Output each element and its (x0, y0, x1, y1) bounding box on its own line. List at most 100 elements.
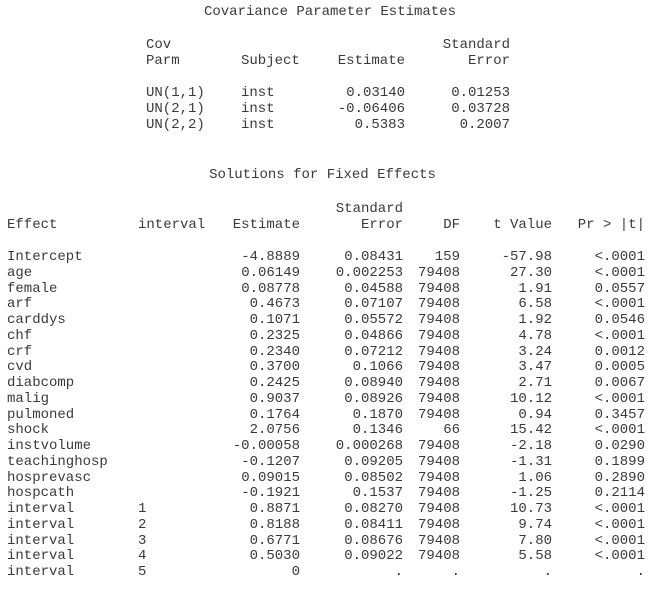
fe-cell-t-value: 9.74 (518, 516, 552, 533)
fe-header-effect: Effect (7, 217, 58, 233)
cov-cell-subject: inst (241, 116, 275, 133)
fe-header-stderr-line2: Error (360, 217, 403, 233)
fe-cell-effect: chf (7, 327, 33, 344)
fe-cell-p-value: 0.2890 (594, 469, 645, 486)
fe-cell-t-value: 3.47 (518, 359, 552, 376)
fe-cell-df: 79408 (417, 406, 460, 423)
fe-cell-p-value: 0.1899 (594, 453, 645, 470)
fe-cell-std-error: 0.04588 (344, 280, 403, 297)
fe-cell-df: 79408 (417, 501, 460, 517)
fe-cell-t-value: 15.42 (509, 422, 552, 439)
fe-cell-estimate: 0.3700 (249, 359, 300, 376)
fe-cell-std-error: 0.1870 (352, 406, 403, 423)
fe-cell-std-error: 0.08270 (344, 501, 403, 517)
fe-cell-p-value: 0.2114 (594, 485, 645, 502)
fe-cell-effect: Intercept (7, 249, 83, 265)
fe-cell-effect: interval (7, 516, 75, 533)
fe-cell-t-value: 7.80 (518, 532, 552, 549)
fe-cell-p-value: <.0001 (594, 296, 645, 313)
cov-header-parm-line1: Cov (146, 37, 172, 53)
fe-cell-estimate: 0.4673 (249, 296, 300, 313)
fe-cell-p-value: <.0001 (594, 249, 645, 265)
fe-cell-estimate: 0.8871 (249, 501, 300, 517)
fe-cell-t-value: 3.24 (518, 343, 552, 360)
fe-cell-estimate: 0.09015 (241, 469, 300, 486)
fe-cell-t-value: 1.92 (518, 312, 552, 328)
cov-cell-std-error: 0.01253 (451, 85, 510, 101)
fe-cell-effect: interval (7, 564, 75, 580)
fe-cell-std-error: 0.1066 (352, 359, 403, 376)
fe-header-stderr-line1: Standard (335, 201, 403, 217)
fe-cell-df: 79408 (417, 516, 460, 533)
fe-cell-estimate: 0.1071 (249, 312, 300, 328)
fe-cell-p-value: <.0001 (594, 390, 645, 407)
fe-cell-p-value: <.0001 (594, 327, 645, 344)
fe-cell-df: 79408 (417, 548, 460, 565)
fe-cell-p-value: 0.0005 (594, 359, 645, 376)
fe-cell-estimate: 0.5030 (249, 548, 300, 565)
fe-cell-p-value: <.0001 (594, 501, 645, 517)
cov-header-subject: Subject (241, 53, 300, 69)
fe-cell-t-value: 6.58 (518, 296, 552, 313)
fe-cell-df: . (451, 564, 460, 580)
fe-cell-effect: shock (7, 422, 50, 439)
fe-cell-std-error: 0.08411 (344, 516, 403, 533)
fe-cell-std-error: 0.08502 (344, 469, 403, 486)
fe-cell-std-error: 0.05572 (344, 312, 403, 328)
fe-cell-std-error: 0.07212 (344, 343, 403, 360)
fe-cell-std-error: 0.002253 (335, 264, 403, 281)
fe-cell-interval: 1 (138, 501, 147, 517)
fe-cell-p-value: 0.0557 (594, 280, 645, 297)
fe-cell-effect: cvd (7, 359, 33, 376)
cov-cell-estimate: 0.03140 (346, 85, 405, 101)
fe-cell-std-error: 0.1537 (352, 485, 403, 502)
cov-cell-std-error: 0.2007 (459, 116, 510, 133)
fe-cell-t-value: 27.30 (509, 264, 552, 281)
fe-cell-p-value: 0.0546 (594, 312, 645, 328)
fe-cell-df: 159 (434, 249, 460, 265)
fe-cell-std-error: 0.08676 (344, 532, 403, 549)
fe-cell-df: 79408 (417, 390, 460, 407)
cov-cell-subject: inst (241, 85, 275, 101)
covariance-title: Covariance Parameter Estimates (203, 4, 457, 20)
fe-cell-t-value: -2.18 (509, 438, 552, 454)
fe-cell-estimate: 0.6771 (249, 532, 300, 549)
fe-cell-estimate: 0.06149 (241, 264, 300, 281)
fe-cell-t-value: 1.06 (518, 469, 552, 486)
fe-cell-effect: arf (7, 296, 33, 313)
cov-header-estimate: Estimate (337, 53, 405, 69)
fe-cell-t-value: . (543, 564, 552, 580)
fe-cell-effect: interval (7, 532, 75, 549)
fe-cell-effect: pulmoned (7, 406, 75, 423)
fe-cell-df: 79408 (417, 343, 460, 360)
fe-cell-interval: 2 (138, 516, 147, 533)
fe-cell-df: 79408 (417, 359, 460, 376)
fe-cell-estimate: 0.08778 (241, 280, 300, 297)
fe-cell-std-error: 0.09022 (344, 548, 403, 565)
fe-cell-t-value: 2.71 (518, 375, 552, 391)
fe-cell-p-value: 0.0067 (594, 375, 645, 391)
cov-cell-parm: UN(2,1) (146, 100, 205, 117)
fe-cell-estimate: -0.1207 (241, 453, 300, 470)
fe-cell-df: 79408 (417, 438, 460, 454)
fe-cell-t-value: -1.31 (509, 453, 552, 470)
fe-cell-interval: 3 (138, 532, 147, 549)
fe-cell-effect: interval (7, 501, 75, 517)
fe-cell-df: 79408 (417, 312, 460, 328)
fe-cell-df: 79408 (417, 469, 460, 486)
fe-cell-estimate: 2.0756 (249, 422, 300, 439)
fe-cell-estimate: -0.1921 (241, 485, 300, 502)
fe-cell-estimate: 0.2325 (249, 327, 300, 344)
fe-header-tvalue: t Value (493, 217, 552, 233)
fe-cell-p-value: <.0001 (594, 516, 645, 533)
fe-cell-estimate: 0.9037 (249, 390, 300, 407)
cov-cell-subject: inst (241, 100, 275, 117)
fe-cell-p-value: <.0001 (594, 264, 645, 281)
fe-header-estimate: Estimate (232, 217, 300, 233)
fe-cell-estimate: 0.1764 (249, 406, 300, 423)
fe-cell-std-error: 0.000268 (335, 438, 403, 454)
cov-cell-std-error: 0.03728 (451, 100, 510, 117)
fe-header-interval: interval (138, 217, 206, 233)
fe-cell-t-value: 4.78 (518, 327, 552, 344)
fe-cell-estimate: 0.2425 (249, 375, 300, 391)
